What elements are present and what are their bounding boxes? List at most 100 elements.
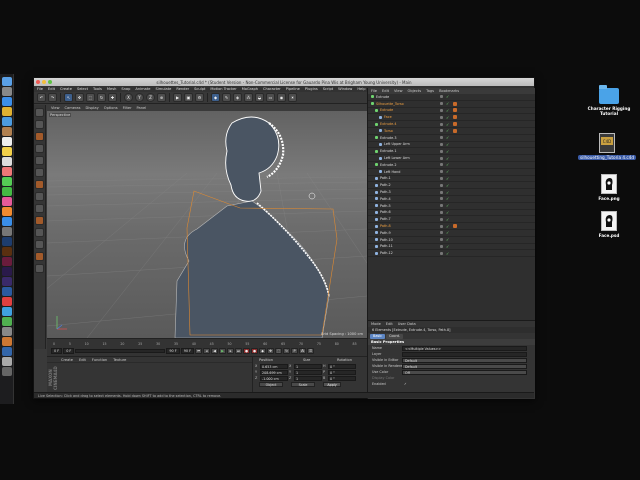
cinema4d-icon[interactable] (1, 287, 12, 296)
workplane-icon[interactable] (35, 144, 44, 153)
object-row[interactable]: Left Hand ✓ (368, 169, 535, 176)
ibooks-icon[interactable] (1, 207, 12, 216)
photoshop-icon[interactable] (1, 237, 12, 246)
menu-item[interactable]: MoGraph (242, 87, 258, 91)
play-icon[interactable]: ▶ (219, 348, 227, 354)
menu-item[interactable]: Mesh (107, 87, 116, 91)
enabled-check-icon[interactable]: ✓ (446, 149, 449, 154)
param-key-icon[interactable]: P (291, 348, 299, 354)
x-axis-icon[interactable]: X (124, 93, 133, 102)
snapping-icon[interactable] (35, 216, 44, 225)
enabled-check-icon[interactable]: ✓ (446, 176, 449, 181)
tab-coord[interactable]: Coord. (385, 333, 404, 339)
contacts-icon[interactable] (1, 127, 12, 136)
size-field[interactable]: 1 (294, 369, 322, 375)
visibility-dots-icon[interactable] (440, 122, 443, 126)
object-row[interactable]: Path.9 ✓ (368, 230, 535, 237)
viewport-menu-item[interactable]: Display (86, 106, 99, 110)
position-field[interactable]: 0.653 cm (260, 363, 288, 369)
light-icon[interactable]: ☀ (288, 93, 297, 102)
enabled-check-icon[interactable]: ✓ (446, 230, 449, 235)
object-row[interactable]: Path.8 ✓ (368, 223, 535, 230)
enabled-check-icon[interactable]: ✓ (446, 251, 449, 256)
render-settings-icon[interactable]: ⚙ (195, 93, 204, 102)
trash-icon[interactable] (1, 367, 12, 376)
go-to-end-icon[interactable]: ⏭ (235, 348, 243, 354)
desktop-folder[interactable]: Character Rigging Tutorial (579, 85, 639, 116)
visibility-dots-icon[interactable] (440, 190, 443, 194)
visibility-dots-icon[interactable] (440, 244, 443, 248)
array-icon[interactable]: ⁂ (244, 93, 253, 102)
visibility-dots-icon[interactable] (440, 149, 443, 153)
object-row[interactable]: Extrude.1 ✓ (368, 148, 535, 156)
scale-key-icon[interactable]: ⬚ (275, 348, 283, 354)
menu-item[interactable]: Select (77, 87, 88, 91)
desktop-file[interactable]: C4D silhouetting_Tutoria 4.c4d (577, 133, 637, 160)
object-row[interactable]: Face ✓ (368, 114, 535, 122)
enabled-check-icon[interactable]: ✓ (446, 135, 449, 140)
pen-icon[interactable]: ✎ (222, 93, 231, 102)
attribute-menu-item[interactable]: User Data (398, 322, 416, 326)
enabled-check-icon[interactable]: ✓ (446, 210, 449, 215)
premiere-icon[interactable] (1, 267, 12, 276)
render-view-icon[interactable]: ▶ (173, 93, 182, 102)
title-bar[interactable]: silhouettes_Tutorial.c4d * (Student Vers… (34, 78, 534, 86)
object-row[interactable]: Path.4 ✓ (368, 196, 535, 203)
app-icon[interactable] (1, 337, 12, 346)
enabled-check-icon[interactable]: ✓ (446, 169, 449, 174)
object-row[interactable]: Path.12 ✓ (368, 250, 535, 258)
attribute-menu-item[interactable]: Edit (386, 322, 393, 326)
visibility-dots-icon[interactable] (440, 163, 443, 167)
viewport-menu-item[interactable]: Cameras (65, 106, 81, 110)
tag-icon[interactable] (453, 115, 457, 120)
tag-icon[interactable] (453, 108, 457, 113)
visibility-dots-icon[interactable] (440, 176, 443, 180)
app-icon[interactable] (1, 327, 12, 336)
enabled-check-icon[interactable]: ✓ (446, 224, 449, 229)
enabled-check-icon[interactable]: ✓ (446, 128, 449, 133)
object-menu-item[interactable]: Objects (408, 89, 422, 93)
object-row[interactable]: Extrude.2 ✓ (368, 162, 535, 169)
position-field[interactable]: 208.699 cm (260, 369, 288, 375)
position-field[interactable]: -1.000 cm (260, 375, 288, 381)
enabled-check-icon[interactable]: ✓ (446, 156, 449, 161)
workplane-lock-icon[interactable] (35, 228, 44, 237)
facetime-icon[interactable] (1, 187, 12, 196)
itunes-icon[interactable] (1, 197, 12, 206)
viewport-menu-item[interactable]: Options (104, 106, 118, 110)
safari-icon[interactable] (1, 97, 12, 106)
object-row[interactable]: Path.10 ✓ (368, 237, 535, 244)
deformer-icon[interactable]: ◒ (255, 93, 264, 102)
model-mode-icon[interactable] (35, 120, 44, 129)
attribute-dropdown[interactable]: Default (402, 357, 527, 363)
object-row[interactable]: Path.3 ✓ (368, 189, 535, 196)
chrome-icon[interactable] (1, 107, 12, 116)
visibility-dots-icon[interactable] (440, 170, 443, 174)
next-frame-icon[interactable]: ▸ (227, 348, 235, 354)
visibility-dots-icon[interactable] (440, 156, 443, 160)
visibility-dots-icon[interactable] (440, 231, 443, 235)
object-menu-item[interactable]: Edit (382, 89, 389, 93)
visibility-dots-icon[interactable] (440, 224, 443, 228)
object-menu-item[interactable]: Tags (426, 89, 434, 93)
pla-key-icon[interactable]: ⁂ (299, 348, 307, 354)
subdivision-icon[interactable]: ◈ (233, 93, 242, 102)
menu-item[interactable]: Plugins (305, 87, 318, 91)
object-row[interactable]: Extrude.3 ✓ (368, 135, 535, 142)
enabled-check-icon[interactable]: ✓ (446, 190, 449, 195)
aftereffects-icon[interactable] (1, 277, 12, 286)
edges-mode-icon[interactable] (35, 168, 44, 177)
menu-item[interactable]: Window (338, 87, 352, 91)
visibility-dots-icon[interactable] (440, 238, 443, 242)
photos-icon[interactable] (1, 167, 12, 176)
object-row[interactable]: Path.2 ✓ (368, 182, 535, 190)
menu-item[interactable]: Pipeline (286, 87, 300, 91)
menu-item[interactable]: Edit (48, 87, 55, 91)
attribute-dropdown[interactable]: Default (402, 363, 527, 369)
points-mode-icon[interactable] (35, 156, 44, 165)
menu-item[interactable]: Sculpt (194, 87, 205, 91)
visibility-dots-icon[interactable] (440, 95, 443, 99)
layer-icon[interactable] (35, 264, 44, 273)
tab-basic[interactable]: Basic (370, 333, 385, 339)
attribute-menu-item[interactable]: Mode (371, 322, 381, 326)
